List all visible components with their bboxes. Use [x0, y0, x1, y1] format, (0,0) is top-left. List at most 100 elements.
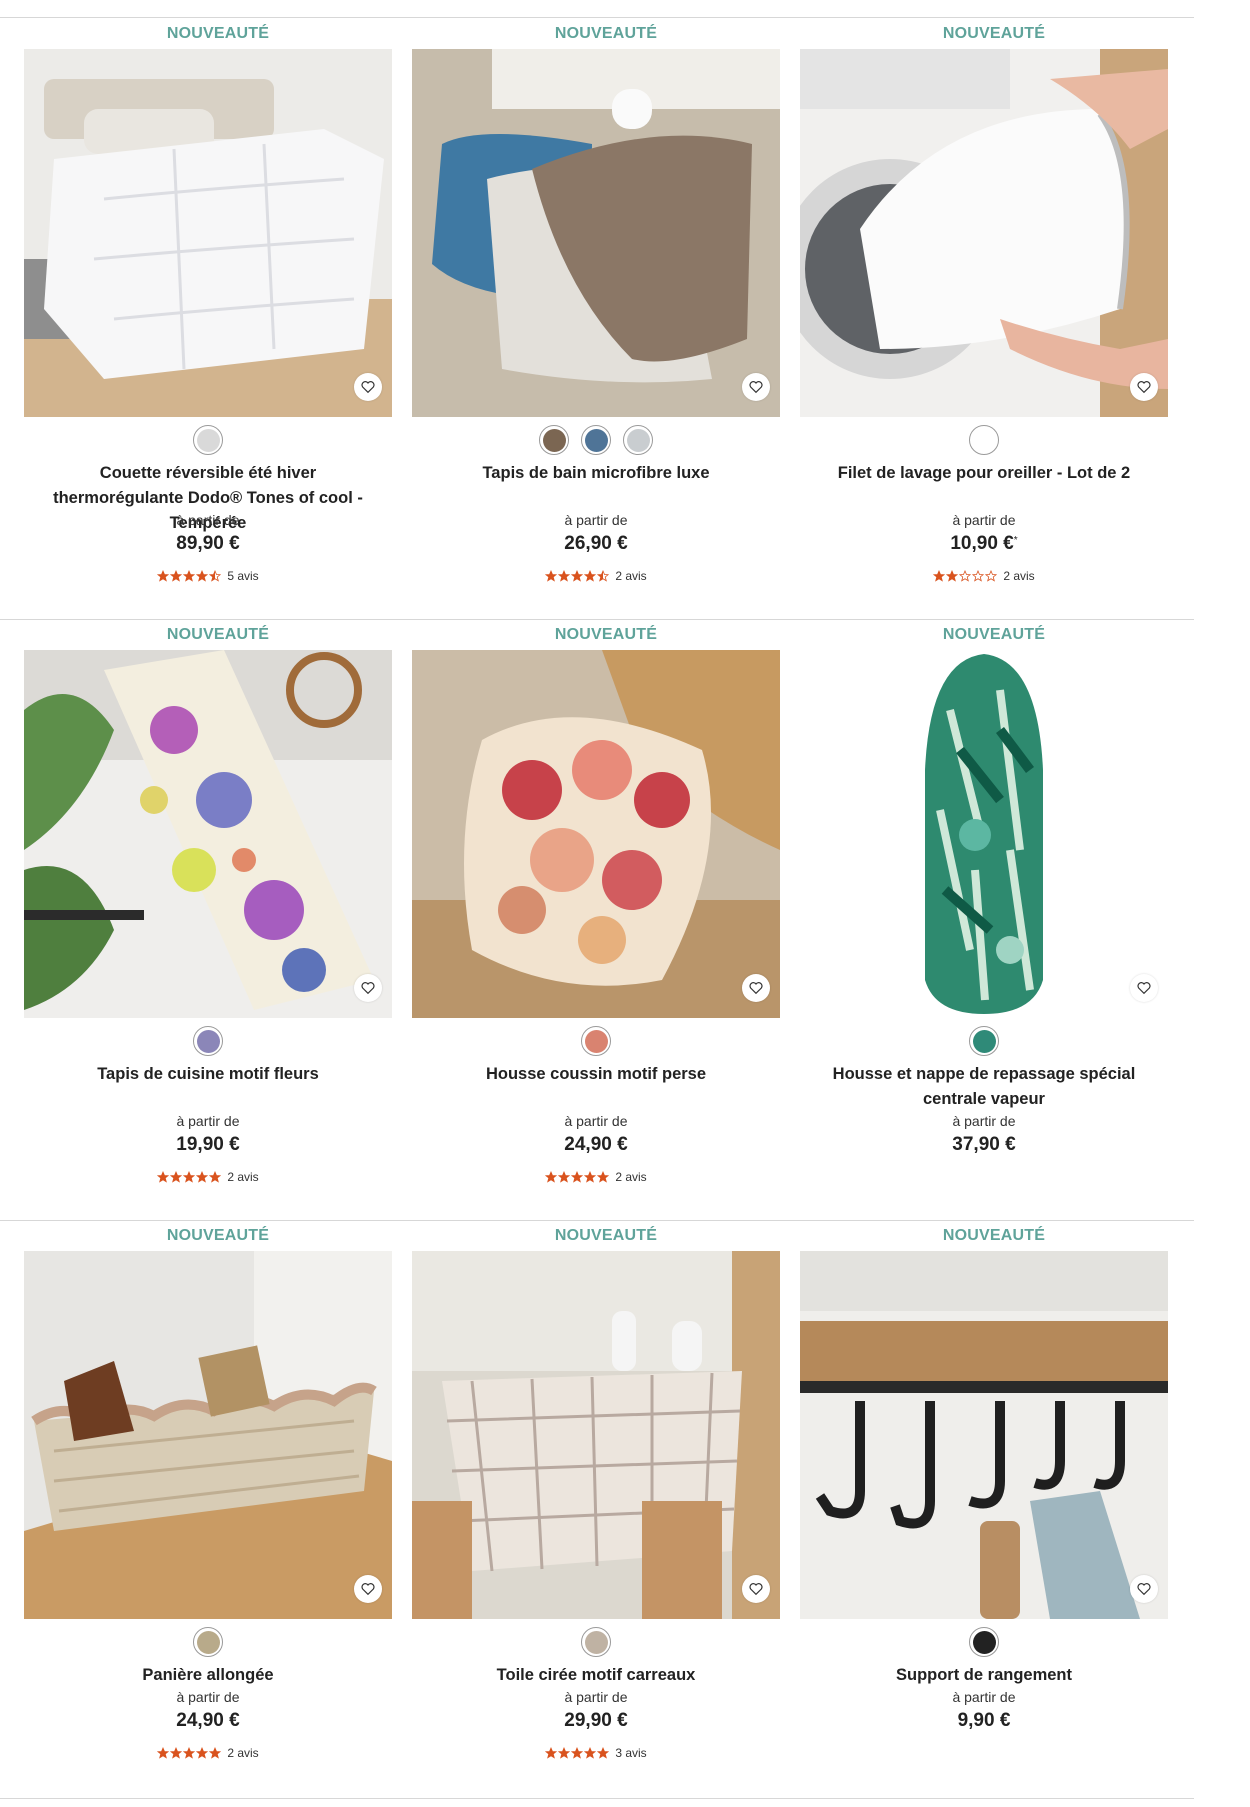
new-badge: NOUVEAUTÉ: [166, 626, 270, 643]
star-icon: [183, 1747, 196, 1759]
wishlist-heart-icon[interactable]: [354, 1575, 382, 1603]
wishlist-heart-icon[interactable]: [354, 373, 382, 401]
star-icon: [157, 1747, 170, 1759]
product-image[interactable]: [800, 49, 1168, 417]
product-image[interactable]: [800, 1251, 1168, 1619]
star-icon: [157, 570, 170, 582]
wishlist-heart-icon[interactable]: [354, 974, 382, 1002]
wishlist-heart-icon[interactable]: [742, 974, 770, 1002]
swatch-fill: [584, 1029, 608, 1053]
price-from-label: à partir de: [952, 1113, 1016, 1129]
star-icon: [196, 570, 209, 582]
star-icon: [209, 570, 222, 582]
product-title[interactable]: Panière allongée: [24, 1663, 392, 1688]
rating[interactable]: 3 avis: [412, 1746, 780, 1760]
color-swatch[interactable]: [539, 425, 569, 455]
swatch-fill: [196, 428, 220, 452]
product-image[interactable]: [412, 49, 780, 417]
product-price: 24,90 €: [412, 1134, 780, 1156]
product-title[interactable]: Toile cirée motif carreaux: [412, 1663, 780, 1688]
star-icon: [933, 570, 946, 582]
color-swatch[interactable]: [969, 1627, 999, 1657]
rating-stars: [545, 1171, 610, 1183]
price-from-label: à partir de: [176, 512, 240, 528]
product-image[interactable]: [24, 49, 392, 417]
floral-rug-image: [24, 650, 392, 1018]
star-icon: [196, 1171, 209, 1183]
color-swatches: [800, 1627, 1168, 1657]
star-icon: [558, 570, 571, 582]
price-value: 26,90 €: [564, 533, 628, 554]
color-swatch[interactable]: [581, 425, 611, 455]
product-price: 26,90 €: [412, 533, 780, 555]
price-from-label: à partir de: [176, 1689, 240, 1705]
color-swatch[interactable]: [581, 1627, 611, 1657]
new-badge: NOUVEAUTÉ: [554, 626, 658, 643]
duvet-image: [24, 49, 392, 417]
new-badge: NOUVEAUTÉ: [942, 626, 1046, 643]
color-swatches: [412, 425, 780, 455]
rating[interactable]: 2 avis: [24, 1170, 392, 1184]
swatch-fill: [972, 1630, 996, 1654]
color-swatch[interactable]: [969, 1026, 999, 1056]
star-icon: [584, 1747, 597, 1759]
review-count: 2 avis: [1003, 569, 1035, 583]
rating[interactable]: 2 avis: [412, 569, 780, 583]
product-image[interactable]: [800, 650, 1168, 1018]
product-image[interactable]: [24, 650, 392, 1018]
review-count: 2 avis: [615, 1170, 647, 1184]
color-swatch[interactable]: [969, 425, 999, 455]
rating[interactable]: 2 avis: [800, 569, 1168, 583]
rating-stars: [933, 570, 998, 582]
product-title[interactable]: Support de rangement: [800, 1663, 1168, 1688]
star-icon: [558, 1747, 571, 1759]
price-from-label: à partir de: [952, 512, 1016, 528]
new-badge: NOUVEAUTÉ: [942, 25, 1046, 42]
row-divider: [0, 1798, 1194, 1799]
swatch-fill: [972, 428, 996, 452]
swatch-fill: [972, 1029, 996, 1053]
new-badge: NOUVEAUTÉ: [166, 25, 270, 42]
star-icon: [985, 570, 998, 582]
star-icon: [170, 570, 183, 582]
color-swatch[interactable]: [193, 1627, 223, 1657]
rating[interactable]: 5 avis: [24, 569, 392, 583]
product-price: 37,90 €: [800, 1134, 1168, 1156]
new-badge: NOUVEAUTÉ: [554, 1227, 658, 1244]
star-icon: [571, 1747, 584, 1759]
wishlist-heart-icon[interactable]: [1130, 974, 1158, 1002]
wishlist-heart-icon[interactable]: [742, 373, 770, 401]
product-title[interactable]: Tapis de bain microfibre luxe: [412, 461, 780, 486]
star-icon: [946, 570, 959, 582]
wishlist-heart-icon[interactable]: [742, 1575, 770, 1603]
product-title[interactable]: Filet de lavage pour oreiller - Lot de 2: [800, 461, 1168, 486]
product-title[interactable]: Tapis de cuisine motif fleurs: [24, 1062, 392, 1087]
product-image[interactable]: [24, 1251, 392, 1619]
price-from-label: à partir de: [176, 1113, 240, 1129]
wishlist-heart-icon[interactable]: [1130, 1575, 1158, 1603]
product-image[interactable]: [412, 650, 780, 1018]
product-title[interactable]: Housse coussin motif perse: [412, 1062, 780, 1087]
rating[interactable]: 2 avis: [24, 1746, 392, 1760]
star-icon: [597, 1747, 610, 1759]
color-swatch[interactable]: [623, 425, 653, 455]
star-icon: [597, 1171, 610, 1183]
swatch-fill: [584, 1630, 608, 1654]
rating-stars: [157, 1747, 222, 1759]
tablecloth-image: [412, 1251, 780, 1619]
product-image[interactable]: [412, 1251, 780, 1619]
color-swatch[interactable]: [581, 1026, 611, 1056]
product-price: 9,90 €: [800, 1710, 1168, 1732]
star-icon: [972, 570, 985, 582]
wishlist-heart-icon[interactable]: [1130, 373, 1158, 401]
swatch-fill: [542, 428, 566, 452]
color-swatches: [24, 1627, 392, 1657]
star-icon: [959, 570, 972, 582]
star-icon: [584, 570, 597, 582]
star-icon: [571, 570, 584, 582]
rating[interactable]: 2 avis: [412, 1170, 780, 1184]
review-count: 2 avis: [615, 569, 647, 583]
product-title[interactable]: Housse et nappe de repassage spécial cen…: [800, 1062, 1168, 1112]
color-swatch[interactable]: [193, 1026, 223, 1056]
color-swatch[interactable]: [193, 425, 223, 455]
